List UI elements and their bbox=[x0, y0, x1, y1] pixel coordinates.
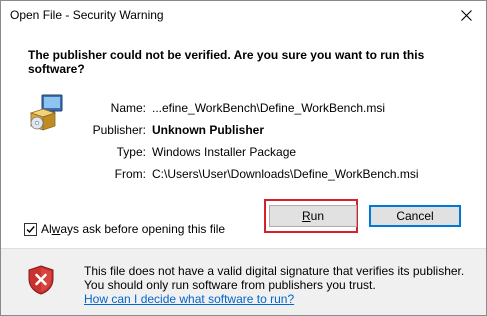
window-title: Open File - Security Warning bbox=[10, 8, 164, 22]
always-ask-checkbox[interactable] bbox=[24, 223, 37, 236]
detail-value-from: C:\Users\User\Downloads\Define_WorkBench… bbox=[152, 167, 419, 181]
detail-value-name: ...efine_WorkBench\Define_WorkBench.msi bbox=[152, 101, 385, 115]
footer-message-block: This file does not have a valid digital … bbox=[84, 264, 474, 306]
decide-software-link[interactable]: How can I decide what software to run? bbox=[84, 292, 294, 306]
detail-label: From: bbox=[114, 167, 146, 181]
detail-row-from: From: C:\Users\User\Downloads\Define_Wor… bbox=[1, 166, 486, 182]
warning-headline: The publisher could not be verified. Are… bbox=[28, 48, 425, 76]
detail-row-publisher: Publisher: Unknown Publisher bbox=[1, 122, 486, 138]
security-warning-dialog: Open File - Security Warning The publish… bbox=[0, 0, 487, 316]
run-button[interactable]: Run bbox=[269, 205, 357, 227]
always-ask-label[interactable]: Always ask before opening this file bbox=[41, 222, 225, 236]
detail-value-type: Windows Installer Package bbox=[152, 145, 297, 159]
footer-panel: This file does not have a valid digital … bbox=[1, 248, 486, 315]
detail-label: Type: bbox=[116, 145, 146, 159]
security-shield-icon bbox=[28, 265, 54, 295]
detail-value-publisher: Unknown Publisher bbox=[152, 123, 265, 137]
close-button[interactable] bbox=[446, 1, 486, 30]
detail-row-name: Name: ...efine_WorkBench\Define_WorkBenc… bbox=[1, 100, 486, 116]
detail-label: Publisher: bbox=[92, 123, 146, 137]
footer-message: This file does not have a valid digital … bbox=[84, 264, 465, 292]
detail-label: Name: bbox=[110, 101, 146, 115]
checkmark-icon bbox=[26, 226, 35, 234]
title-bar[interactable]: Open File - Security Warning bbox=[1, 1, 486, 30]
detail-row-type: Type: Windows Installer Package bbox=[1, 144, 486, 160]
cancel-button[interactable]: Cancel bbox=[369, 205, 461, 227]
close-icon bbox=[461, 10, 472, 21]
